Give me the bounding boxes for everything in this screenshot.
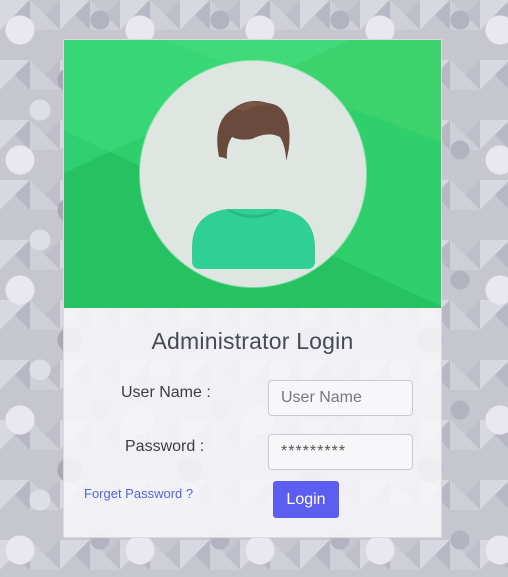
password-label: Password : [125, 438, 205, 455]
forget-password-link[interactable]: Forget Password ? [84, 486, 193, 501]
page-title: Administrator Login [151, 328, 354, 354]
login-card: Administrator Login User Name : Password… [63, 39, 442, 538]
username-label: User Name : [121, 384, 211, 401]
password-input[interactable] [268, 434, 413, 470]
login-banner [64, 40, 441, 308]
username-input[interactable] [268, 380, 413, 416]
avatar [140, 61, 366, 287]
user-avatar-icon [192, 101, 315, 269]
login-button[interactable]: Login [273, 481, 339, 518]
